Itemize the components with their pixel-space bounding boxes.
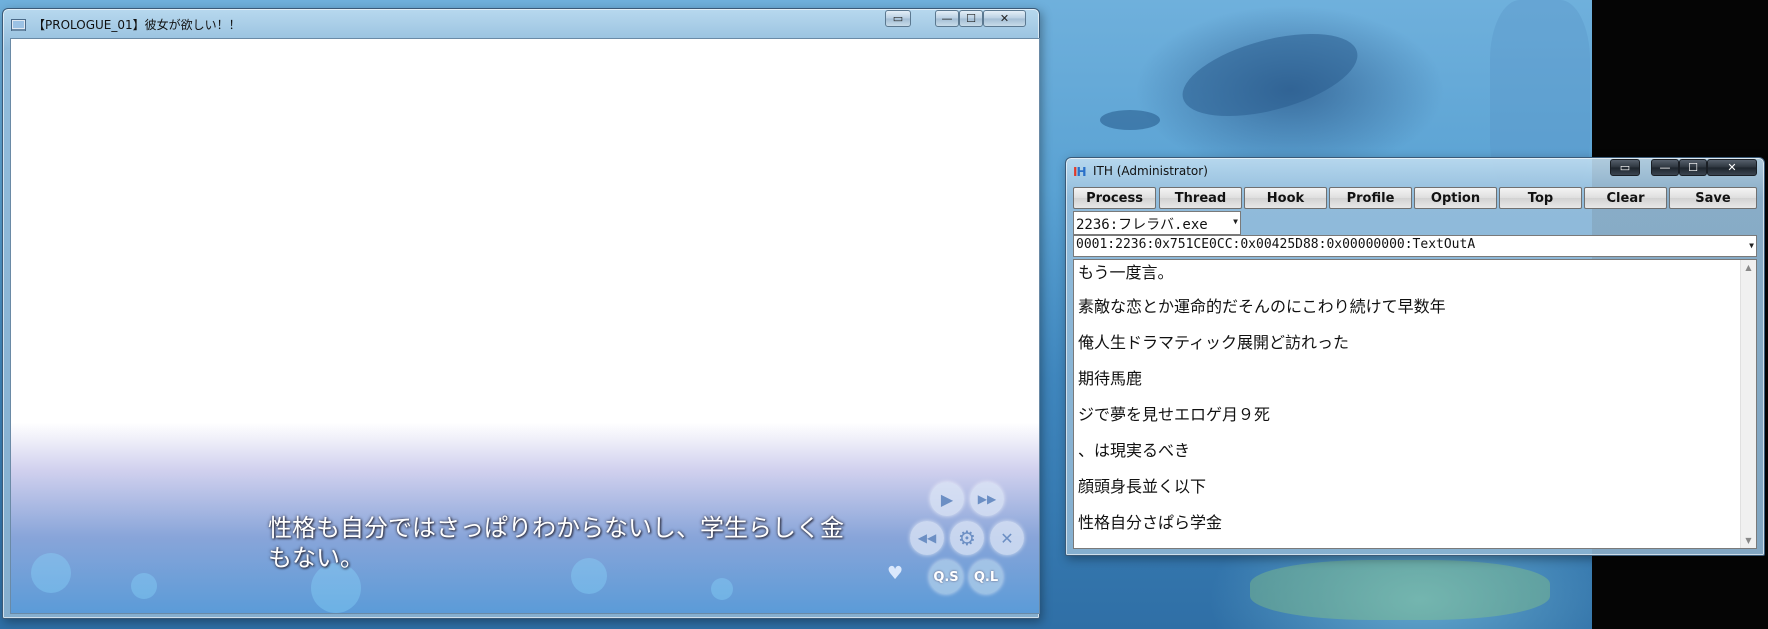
bubble-decor [31, 553, 71, 593]
text-line: 、は現実るべき [1078, 441, 1191, 460]
ith-extra-button[interactable]: ▭ [1610, 159, 1640, 176]
extracted-text-pane[interactable]: もう一度言。 素敵な恋とか運命的だそんのにこわり続けて早数年 俺人生ドラマティッ… [1073, 259, 1757, 549]
ith-minimize-button[interactable]: — [1651, 159, 1679, 176]
game-minimize-button[interactable]: — [935, 10, 959, 27]
ith-window: IH ITH (Administrator) ▭ — ☐ ✕ Process T… [1065, 157, 1765, 556]
quick-load-button[interactable]: Q.L [969, 560, 1003, 594]
option-button[interactable]: Option [1414, 187, 1497, 209]
game-maximize-button[interactable]: ☐ [959, 10, 983, 27]
text-line: もう一度言。 [1078, 263, 1174, 282]
bubble-decor [131, 573, 157, 599]
game-window: 【PROLOGUE_01】彼女が欲しい！！ ▭ — ☐ ✕ 性格も自分ではさっぱ… [2, 8, 1040, 619]
text-line: 俺人生ドラマティック展開ど訪れった [1078, 333, 1350, 352]
message-box: 性格も自分ではさっぱりわからないし、学生らしく金 もない。 ▶ ▶▶ ◀◀ ⚙ … [11, 423, 1039, 613]
game-close-button[interactable]: ✕ [983, 10, 1026, 27]
chevron-down-icon: ▼ [1749, 241, 1754, 250]
game-close-control-button[interactable]: ✕ [990, 521, 1024, 555]
thread-select-value: 0001:2236:0x751CE0CC:0x00425D88:0x000000… [1076, 237, 1476, 252]
scroll-up-icon[interactable]: ▲ [1741, 260, 1756, 275]
game-titlebar[interactable]: 【PROLOGUE_01】彼女が欲しい！！ ▭ — ☐ ✕ [3, 9, 1039, 37]
profile-button[interactable]: Profile [1329, 187, 1412, 209]
heart-icon: ♥ [887, 563, 904, 584]
process-button[interactable]: Process [1073, 187, 1156, 209]
ith-app-icon: IH [1073, 165, 1087, 179]
config-gear-icon[interactable]: ⚙ [950, 521, 984, 555]
chevron-down-icon: ▼ [1233, 217, 1238, 226]
dialogue-line-2: もない。 [268, 544, 364, 572]
wallpaper-shape [1100, 110, 1160, 130]
wallpaper-creature [1174, 17, 1366, 133]
thread-select[interactable]: 0001:2236:0x751CE0CC:0x00425D88:0x000000… [1073, 235, 1757, 257]
text-line: 性格自分さぱら学金 [1078, 513, 1223, 532]
game-app-icon [11, 17, 26, 31]
ith-window-title: ITH (Administrator) [1093, 164, 1208, 178]
thread-button[interactable]: Thread [1159, 187, 1242, 209]
game-window-title: 【PROLOGUE_01】彼女が欲しい！！ [33, 18, 241, 32]
text-line: 顔頭身長並く以下 [1078, 477, 1207, 496]
top-button[interactable]: Top [1499, 187, 1582, 209]
play-button[interactable]: ▶ [930, 482, 964, 516]
ith-toolbar: Process Thread Hook Profile Option Top C… [1073, 187, 1757, 211]
game-extra-button[interactable]: ▭ [885, 10, 911, 27]
wallpaper-field [1250, 560, 1550, 620]
fast-forward-button[interactable]: ▶▶ [970, 482, 1004, 516]
quick-save-button[interactable]: Q.S [929, 560, 963, 594]
scroll-down-icon[interactable]: ▼ [1741, 533, 1756, 548]
ith-close-button[interactable]: ✕ [1707, 159, 1757, 176]
ith-maximize-button[interactable]: ☐ [1679, 159, 1707, 176]
process-select[interactable]: 2236:フレラバ.exe ▼ [1073, 211, 1241, 235]
rewind-button[interactable]: ◀◀ [910, 521, 944, 555]
dialogue-text: 性格も自分ではさっぱりわからないし、学生らしく金 もない。 [268, 513, 888, 573]
text-line: ジで夢を見せエロゲ月９死 [1078, 405, 1271, 424]
clear-button[interactable]: Clear [1584, 187, 1667, 209]
process-select-value: 2236:フレラバ.exe [1076, 217, 1208, 233]
text-line: 素敵な恋とか運命的だそんのにこわり続けて早数年 [1078, 297, 1446, 316]
dialogue-line-1: 性格も自分ではさっぱりわからないし、学生らしく金 [268, 514, 844, 542]
save-button[interactable]: Save [1669, 187, 1757, 209]
hook-button[interactable]: Hook [1244, 187, 1327, 209]
bubble-decor [711, 578, 733, 600]
text-line: 期待馬鹿 [1078, 369, 1143, 388]
vertical-scrollbar[interactable]: ▲ ▼ [1740, 260, 1756, 548]
game-client-area[interactable]: 性格も自分ではさっぱりわからないし、学生らしく金 もない。 ▶ ▶▶ ◀◀ ⚙ … [10, 38, 1040, 614]
ith-titlebar[interactable]: IH ITH (Administrator) ▭ — ☐ ✕ [1066, 158, 1764, 184]
